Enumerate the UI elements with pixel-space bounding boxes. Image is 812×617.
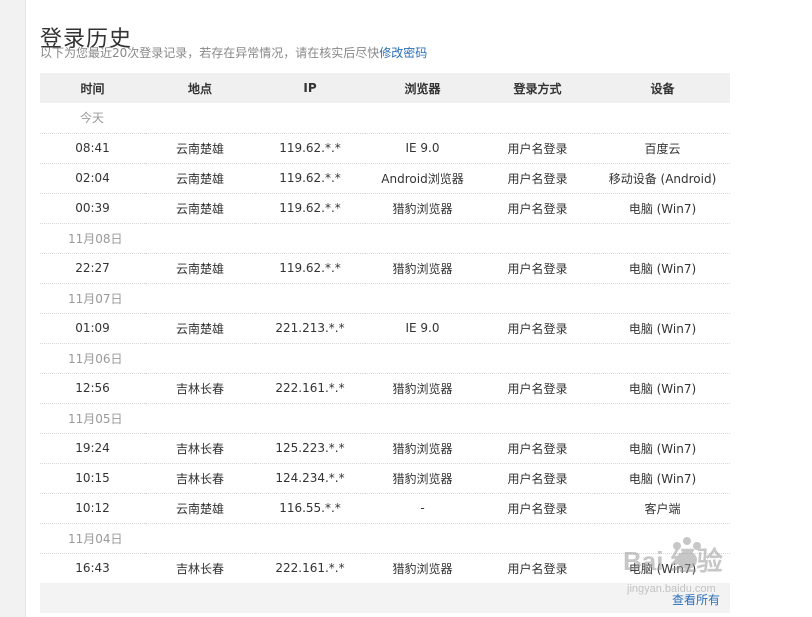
cell-time: 16:43 [75, 561, 110, 575]
date-group-row: 11月05日 [40, 403, 730, 433]
date-group-row: 今天 [40, 103, 730, 133]
cell-device: 百度云 [644, 141, 681, 156]
cell-location: 吉林长春 [175, 441, 224, 456]
cell-time: 01:09 [75, 321, 110, 335]
cell-location: 云南楚雄 [175, 261, 224, 276]
table-body: 今天 08:41 云南楚雄 119.62.*.* IE 9.0 用户名登录 百度云 02:04… [40, 103, 730, 583]
cell-browser: - [420, 501, 425, 515]
watermark-subtext: jingyan.baidu.com [626, 583, 716, 595]
cell-login-method: 用户名登录 [507, 201, 568, 216]
cell-browser: 猎豹浏览器 [392, 441, 453, 456]
cell-location: 云南楚雄 [175, 321, 224, 336]
cell-time: 00:39 [75, 201, 110, 215]
date-group-label: 11月06日 [68, 351, 123, 366]
page-subtitle: 以下为您最近20次登录记录，若存在异常情况，请在核实后尽快修改密码 [40, 44, 427, 61]
cell-location: 云南楚雄 [175, 501, 224, 516]
cell-browser: IE 9.0 [405, 321, 440, 335]
cell-login-method: 用户名登录 [507, 171, 568, 186]
cell-device: 电脑 (Win7) [628, 471, 697, 486]
date-group-row: 11月06日 [40, 343, 730, 373]
table-row: 22:27 云南楚雄 119.62.*.* 猎豹浏览器 用户名登录 电脑 (Win7) [40, 253, 730, 283]
cell-location: 吉林长春 [175, 561, 224, 576]
cell-time: 02:04 [75, 171, 110, 185]
cell-browser: 猎豹浏览器 [392, 561, 453, 576]
cell-ip: 221.213.*.* [275, 321, 345, 335]
header-location: 地点 [187, 81, 212, 96]
cell-ip: 116.55.*.* [279, 501, 341, 515]
table-row: 19:24 吉林长春 125.223.*.* 猎豹浏览器 用户名登录 电脑 (Win7) [40, 433, 730, 463]
cell-time: 10:12 [75, 501, 110, 515]
cell-login-method: 用户名登录 [507, 261, 568, 276]
cell-ip: 125.223.*.* [275, 441, 345, 455]
cell-ip: 119.62.*.* [279, 141, 341, 155]
cell-time: 19:24 [75, 441, 110, 455]
header-device: 设备 [650, 81, 675, 96]
cell-device: 电脑 (Win7) [628, 441, 697, 456]
baidu-jingyan-watermark: Bai 经验 jingyan.baidu.com [623, 537, 723, 595]
cell-ip: 119.62.*.* [279, 171, 341, 185]
table-row: 10:15 吉林长春 124.234.*.* 猎豹浏览器 用户名登录 电脑 (Win7) [40, 463, 730, 493]
cell-ip: 222.161.*.* [275, 381, 345, 395]
subtitle-text: 以下为您最近20次登录记录，若存在异常情况，请在核实后尽快 [40, 46, 380, 60]
cell-browser: 猎豹浏览器 [392, 471, 453, 486]
date-group-label: 11月08日 [68, 231, 123, 246]
header-browser: 浏览器 [404, 81, 441, 96]
cell-device: 电脑 (Win7) [628, 321, 697, 336]
change-password-link[interactable]: 修改密码 [379, 46, 427, 60]
table-row: 00:39 云南楚雄 119.62.*.* 猎豹浏览器 用户名登录 电脑 (Win7) [40, 193, 730, 223]
cell-ip: 119.62.*.* [279, 261, 341, 275]
cell-device: 客户端 [644, 501, 681, 516]
date-group-row: 11月08日 [40, 223, 730, 253]
cell-browser: IE 9.0 [405, 141, 440, 155]
cell-time: 08:41 [75, 141, 110, 155]
header-time: 时间 [80, 81, 105, 96]
login-history-table: 时间 地点 IP 浏览器 登录方式 设备 今天 08:41 云南楚雄 119.62.*… [40, 73, 730, 584]
cell-time: 10:15 [75, 471, 110, 485]
cell-browser: 猎豹浏览器 [392, 261, 453, 276]
cell-login-method: 用户名登录 [507, 321, 568, 336]
cell-login-method: 用户名登录 [507, 441, 568, 456]
cell-login-method: 用户名登录 [507, 561, 568, 576]
cell-device: 电脑 (Win7) [628, 261, 697, 276]
cell-device: 移动设备 (Android) [608, 171, 717, 186]
date-group-label: 11月05日 [68, 411, 123, 426]
cell-device: 电脑 (Win7) [628, 201, 697, 216]
cell-ip: 119.62.*.* [279, 201, 341, 215]
header-login-method: 登录方式 [513, 81, 562, 96]
cell-browser: 猎豹浏览器 [392, 381, 453, 396]
cell-location: 吉林长春 [175, 471, 224, 486]
header-ip: IP [303, 81, 317, 95]
date-group-label: 今天 [80, 111, 105, 126]
table-header-row: 时间 地点 IP 浏览器 登录方式 设备 [40, 73, 730, 103]
cell-time: 12:56 [75, 381, 110, 395]
cell-login-method: 用户名登录 [507, 141, 568, 156]
cell-time: 22:27 [75, 261, 110, 275]
table-row: 02:04 云南楚雄 119.62.*.* Android浏览器 用户名登录 移动设备 (… [40, 163, 730, 193]
watermark-text: Bai 经验 [623, 546, 723, 576]
table-row: 08:41 云南楚雄 119.62.*.* IE 9.0 用户名登录 百度云 [40, 133, 730, 163]
cell-login-method: 用户名登录 [507, 471, 568, 486]
cell-location: 云南楚雄 [175, 141, 224, 156]
cell-location: 吉林长春 [175, 381, 224, 396]
date-group-row: 11月07日 [40, 283, 730, 313]
date-group-label: 11月07日 [68, 291, 123, 306]
cell-location: 云南楚雄 [175, 171, 224, 186]
cell-login-method: 用户名登录 [507, 381, 568, 396]
table-row: 10:12 云南楚雄 116.55.*.* - 用户名登录 客户端 [40, 493, 730, 523]
table-row: 01:09 云南楚雄 221.213.*.* IE 9.0 用户名登录 电脑 (Win7) [40, 313, 730, 343]
cell-browser: Android浏览器 [381, 171, 464, 186]
cell-login-method: 用户名登录 [507, 501, 568, 516]
cell-location: 云南楚雄 [175, 201, 224, 216]
cell-device: 电脑 (Win7) [628, 381, 697, 396]
cell-browser: 猎豹浏览器 [392, 201, 453, 216]
cell-ip: 222.161.*.* [275, 561, 345, 575]
table-row: 12:56 吉林长春 222.161.*.* 猎豹浏览器 用户名登录 电脑 (Win7) [40, 373, 730, 403]
cell-ip: 124.234.*.* [275, 471, 345, 485]
